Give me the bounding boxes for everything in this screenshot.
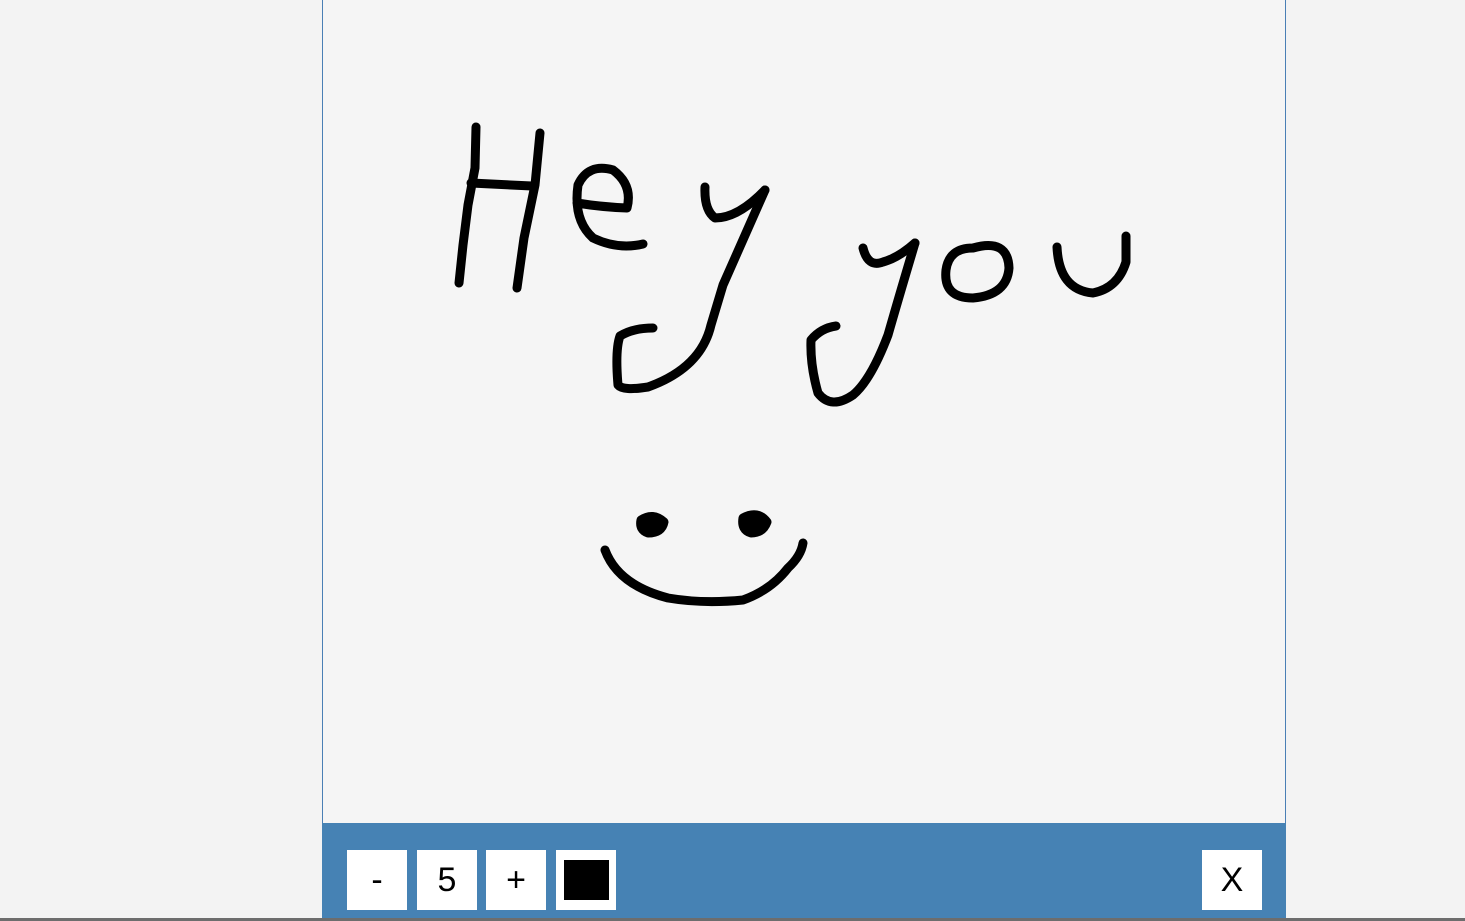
stroke-y1-tail [612,185,770,394]
stroke-smile [600,538,808,607]
decrease-size-label: - [371,860,383,899]
close-label: X [1220,860,1244,899]
brush-toolbar: - 5 + X [322,823,1286,921]
stroke-h-right [512,128,545,293]
stroke-h-bar [466,178,537,191]
drawing-app: - 5 + X [0,0,1465,921]
stroke-u [1052,231,1131,298]
drawing-canvas[interactable] [322,0,1286,823]
brush-size-value: 5 [437,860,457,899]
increase-size-button[interactable]: + [486,850,546,910]
close-button[interactable]: X [1202,850,1262,910]
color-swatch [563,860,609,900]
color-picker-button[interactable] [556,850,616,910]
drawing-strokes [454,122,1131,607]
decrease-size-button[interactable]: - [347,850,407,910]
left-eye-fill [644,514,662,532]
stroke-y2-tail [806,238,920,407]
stroke-h-left [454,122,481,288]
stroke-o [941,241,1014,303]
stroke-e [572,163,648,251]
right-eye-fill [745,514,763,532]
increase-size-label: + [506,860,526,899]
brush-size-display: 5 [417,850,477,910]
